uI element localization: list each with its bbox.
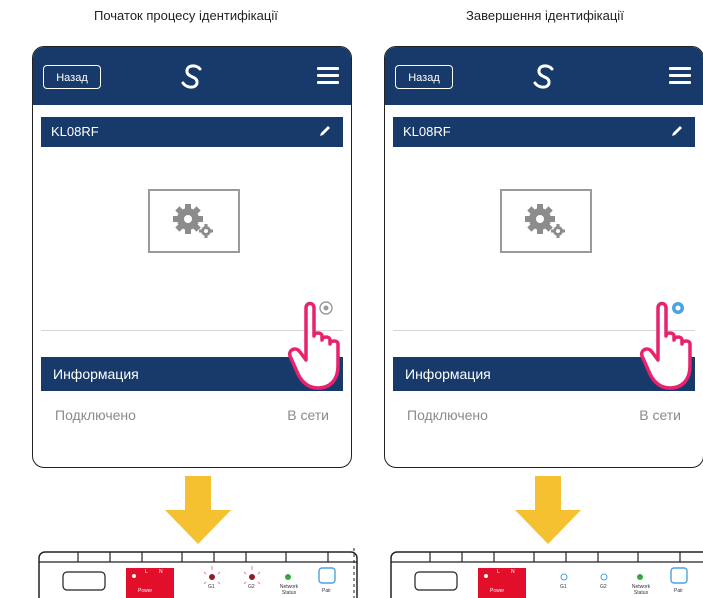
phone-screen-left: Назад KL08RF Информация Подключено В сет… — [32, 46, 352, 468]
network-status-label: Network Status — [631, 584, 651, 596]
back-button[interactable]: Назад — [43, 65, 101, 89]
pair-label: Pair — [674, 588, 683, 594]
device-name-bar: KL08RF — [41, 117, 343, 147]
pencil-icon[interactable] — [669, 123, 685, 139]
device-name: KL08RF — [51, 124, 99, 139]
g1-label: G1 — [560, 584, 567, 590]
status-label: Подключено — [55, 407, 136, 423]
pencil-icon[interactable] — [317, 123, 333, 139]
pair-label: Pair — [322, 588, 331, 594]
l-label: L — [497, 569, 500, 575]
g1-label: G1 — [208, 584, 215, 590]
l-label: L — [145, 569, 148, 575]
status-label: Подключено — [407, 407, 488, 423]
status-value: В сети — [639, 407, 681, 423]
app-header: Назад — [33, 47, 351, 105]
pointing-hand-icon — [639, 301, 692, 390]
back-button[interactable]: Назад — [395, 65, 453, 89]
device-panel-left: Power L N G1 G2 Network Status Pair — [38, 548, 358, 598]
app-header: Назад — [385, 47, 703, 105]
pointing-hand-icon — [287, 301, 340, 390]
status-row: Подключено В сети — [55, 407, 329, 431]
gear-icon — [500, 189, 592, 253]
down-arrow-icon — [165, 476, 231, 544]
down-arrow-icon — [515, 476, 581, 544]
caption-left: Початок процесу ідентифікації — [94, 8, 278, 23]
logo-icon — [181, 64, 202, 89]
n-label: N — [159, 569, 163, 575]
status-row: Подключено В сети — [407, 407, 681, 431]
gear-icon — [148, 189, 240, 253]
menu-icon[interactable] — [317, 67, 339, 85]
caption-right: Завершення ідентифікації — [466, 8, 624, 23]
power-label: Power — [490, 588, 505, 594]
phone-screen-right: Назад KL08RF Информация Подключено В сет… — [384, 46, 703, 468]
status-value: В сети — [287, 407, 329, 423]
device-name-bar: KL08RF — [393, 117, 695, 147]
logo-icon — [533, 64, 554, 89]
device-panel-right: Power L N G1 G2 Network Status Pair — [390, 548, 703, 598]
n-label: N — [511, 569, 515, 575]
power-label: Power — [138, 588, 153, 594]
network-status-label: Network Status — [279, 584, 299, 596]
g2-label: G2 — [248, 584, 255, 590]
g2-label: G2 — [600, 584, 607, 590]
menu-icon[interactable] — [669, 67, 691, 85]
device-name: KL08RF — [403, 124, 451, 139]
